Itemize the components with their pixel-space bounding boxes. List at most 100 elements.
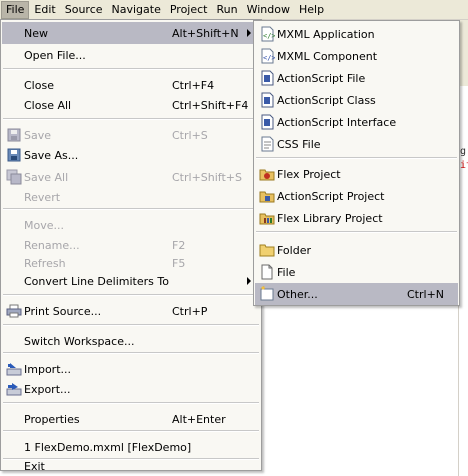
menu-item-save-all[interactable]: Save All Ctrl+Shift+S <box>2 166 260 188</box>
menu-item-accelerator: F5 <box>172 256 186 270</box>
menu-item-switch-workspace[interactable]: Switch Workspace... <box>2 330 260 352</box>
menu-item-file[interactable]: File <box>255 261 458 283</box>
separator <box>256 157 457 159</box>
menu-item-accelerator: Alt+Enter <box>172 412 226 426</box>
menu-navigate[interactable]: Navigate <box>108 1 165 19</box>
menu-item-label: ActionScript Interface <box>277 115 397 129</box>
menu-item-accelerator: Ctrl+Shift+S <box>172 170 242 184</box>
menu-item-flex-library-project[interactable]: Flex Library Project <box>255 207 458 229</box>
menu-item-convert-line-delimiters[interactable]: Convert Line Delimiters To <box>2 270 260 292</box>
export-icon <box>6 381 22 397</box>
menu-item-import[interactable]: Import... <box>2 358 260 380</box>
menu-item-label: Other... <box>277 287 318 301</box>
folder-icon <box>259 242 275 258</box>
file-menu: New Alt+Shift+N Open File... Close Ctrl+… <box>0 19 262 473</box>
separator <box>3 294 259 296</box>
menu-item-save[interactable]: Save Ctrl+S <box>2 124 260 146</box>
separator <box>3 352 259 354</box>
menu-item-label: MXML Component <box>277 49 378 63</box>
menu-item-label: Close All <box>24 98 72 112</box>
save-icon <box>6 127 22 143</box>
menu-item-actionscript-file[interactable]: ActionScript File <box>255 67 458 89</box>
svg-text:</>: </> <box>263 54 275 62</box>
menu-item-other[interactable]: Other... Ctrl+N <box>255 283 458 305</box>
menu-source[interactable]: Source <box>61 1 107 19</box>
menu-item-mxml-application[interactable]: </> MXML Application <box>255 23 458 45</box>
separator <box>3 68 259 70</box>
menu-run[interactable]: Run <box>213 1 242 19</box>
menu-item-accelerator: Ctrl+P <box>172 304 208 318</box>
save-all-icon <box>6 169 22 185</box>
new-submenu: </> MXML Application </> MXML Component … <box>253 20 460 306</box>
menu-item-label: Flex Project <box>277 167 341 181</box>
menu-item-label: ActionScript Class <box>277 93 376 107</box>
css-file-icon <box>259 136 275 152</box>
menu-item-label: ActionScript Project <box>277 189 385 203</box>
menu-item-mxml-component[interactable]: </> MXML Component <box>255 45 458 67</box>
editor-text: g <box>460 146 467 157</box>
menu-item-label: Switch Workspace... <box>24 334 135 348</box>
menu-item-label: Export... <box>24 382 71 396</box>
menu-item-close[interactable]: Close Ctrl+F4 <box>2 74 260 96</box>
menu-item-folder[interactable]: Folder <box>255 239 458 261</box>
menu-item-label: CSS File <box>277 137 321 151</box>
menu-item-accelerator: Ctrl+S <box>172 128 208 142</box>
separator <box>256 231 457 233</box>
menu-item-exit[interactable]: Exit <box>2 450 260 473</box>
menu-item-accelerator: F2 <box>172 238 186 252</box>
menu-item-label: Refresh <box>24 256 66 270</box>
menu-item-export[interactable]: Export... <box>2 378 260 400</box>
menu-item-label: Save All <box>24 170 69 184</box>
actionscript-project-icon <box>259 188 275 204</box>
menu-item-label: Save <box>24 128 52 142</box>
separator <box>3 208 259 210</box>
menu-item-label: Print Source... <box>24 304 102 318</box>
menu-item-properties[interactable]: Properties Alt+Enter <box>2 408 260 430</box>
menu-item-label: MXML Application <box>277 27 375 41</box>
menu-item-label: Save As... <box>24 148 79 162</box>
submenu-arrow-icon <box>247 277 251 285</box>
menu-item-label: Flex Library Project <box>277 211 383 225</box>
flex-library-project-icon <box>259 210 275 226</box>
actionscript-class-icon <box>259 92 275 108</box>
menu-item-accelerator: Alt+Shift+N <box>172 26 239 40</box>
menu-item-label: Rename... <box>24 238 80 252</box>
actionscript-interface-icon <box>259 114 275 130</box>
menu-item-move[interactable]: Move... <box>2 214 260 236</box>
mxml-component-icon: </> <box>259 48 275 64</box>
separator <box>3 324 259 326</box>
menu-item-actionscript-project[interactable]: ActionScript Project <box>255 185 458 207</box>
menu-help[interactable]: Help <box>295 1 328 19</box>
menu-item-label: Revert <box>24 190 61 204</box>
menu-item-flex-project[interactable]: Flex Project <box>255 163 458 185</box>
menu-item-label: New <box>24 26 48 40</box>
menu-item-revert[interactable]: Revert <box>2 186 260 208</box>
menu-window[interactable]: Window <box>243 1 294 19</box>
menu-item-actionscript-class[interactable]: ActionScript Class <box>255 89 458 111</box>
menu-item-label: Convert Line Delimiters To <box>24 274 169 288</box>
menubar: File Edit Source Navigate Project Run Wi… <box>0 0 468 20</box>
mxml-application-icon: </> <box>259 26 275 42</box>
printer-icon <box>6 303 22 319</box>
menu-item-accelerator: Ctrl+F4 <box>172 78 215 92</box>
menu-project[interactable]: Project <box>166 1 212 19</box>
import-icon <box>6 361 22 377</box>
menu-item-actionscript-interface[interactable]: ActionScript Interface <box>255 111 458 133</box>
menu-item-accelerator: Ctrl+Shift+F4 <box>172 98 249 112</box>
separator <box>3 430 259 432</box>
menu-item-close-all[interactable]: Close All Ctrl+Shift+F4 <box>2 94 260 116</box>
other-wizard-icon <box>259 286 275 302</box>
submenu-arrow-icon <box>247 29 251 37</box>
menu-item-css-file[interactable]: CSS File <box>255 133 458 155</box>
separator <box>3 118 259 120</box>
menu-edit[interactable]: Edit <box>30 1 59 19</box>
menu-item-label: Properties <box>24 412 80 426</box>
menu-file[interactable]: File <box>1 0 30 19</box>
menu-item-new[interactable]: New Alt+Shift+N <box>2 22 260 44</box>
menu-item-print-source[interactable]: Print Source... Ctrl+P <box>2 300 260 322</box>
menu-item-save-as[interactable]: Save As... <box>2 144 260 166</box>
menu-item-label: Open File... <box>24 48 86 62</box>
svg-text:</>: </> <box>263 32 275 40</box>
menu-item-label: Move... <box>24 218 64 232</box>
menu-item-open-file[interactable]: Open File... <box>2 44 260 66</box>
